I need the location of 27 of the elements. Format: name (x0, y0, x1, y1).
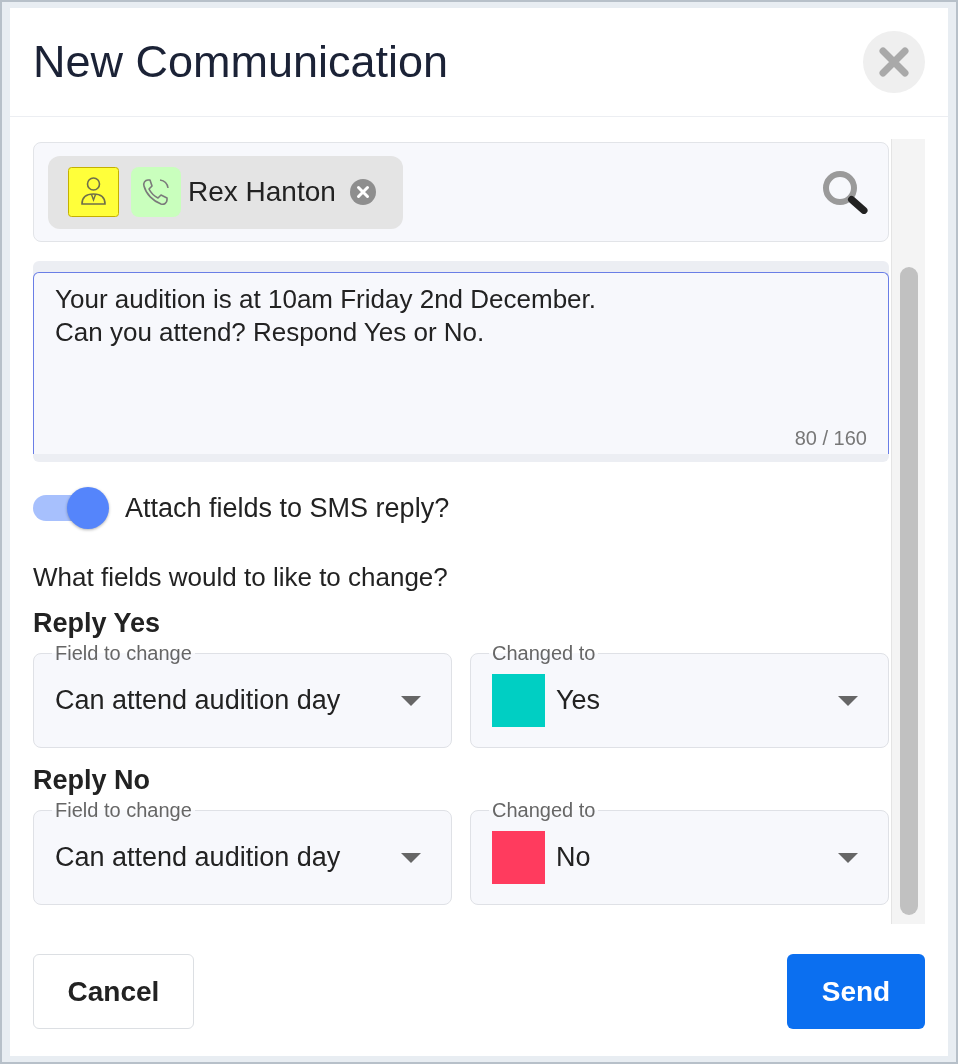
color-select[interactable]: Changed to Yes (470, 641, 889, 748)
scrollbar-track[interactable] (891, 139, 925, 924)
toggle-switch[interactable] (33, 487, 109, 529)
phone-icon (131, 167, 181, 217)
question-text: What fields would to like to change? (33, 561, 449, 593)
field-select[interactable]: Field to change Can attend audition day (33, 641, 452, 748)
caret-icon (838, 695, 858, 706)
caret-icon (401, 695, 421, 706)
field-select[interactable]: Field to change Can attend audition day (33, 798, 452, 905)
cancel-button[interactable]: Cancel (33, 954, 194, 1029)
dialog-title: New Communication (33, 36, 449, 88)
recipient-field[interactable]: Rex Hanton (33, 142, 889, 242)
toggle-label: Attach fields to SMS reply? (125, 492, 450, 524)
scrollbar-thumb[interactable] (900, 267, 918, 915)
send-button[interactable]: Send (787, 954, 925, 1029)
character-counter: 80 / 160 (794, 427, 867, 450)
person-icon (68, 167, 119, 217)
caret-icon (838, 852, 858, 863)
recipient-name: Rex Hanton (188, 176, 336, 208)
search-icon[interactable] (822, 170, 868, 214)
remove-icon[interactable] (349, 179, 376, 205)
reply-heading: Reply No (33, 764, 152, 796)
reply-heading: Reply Yes (33, 607, 162, 639)
color-select[interactable]: Changed to No (470, 798, 889, 905)
caret-icon (401, 852, 421, 863)
close-icon (879, 47, 909, 77)
recipient-chip[interactable]: Rex Hanton (48, 155, 403, 229)
